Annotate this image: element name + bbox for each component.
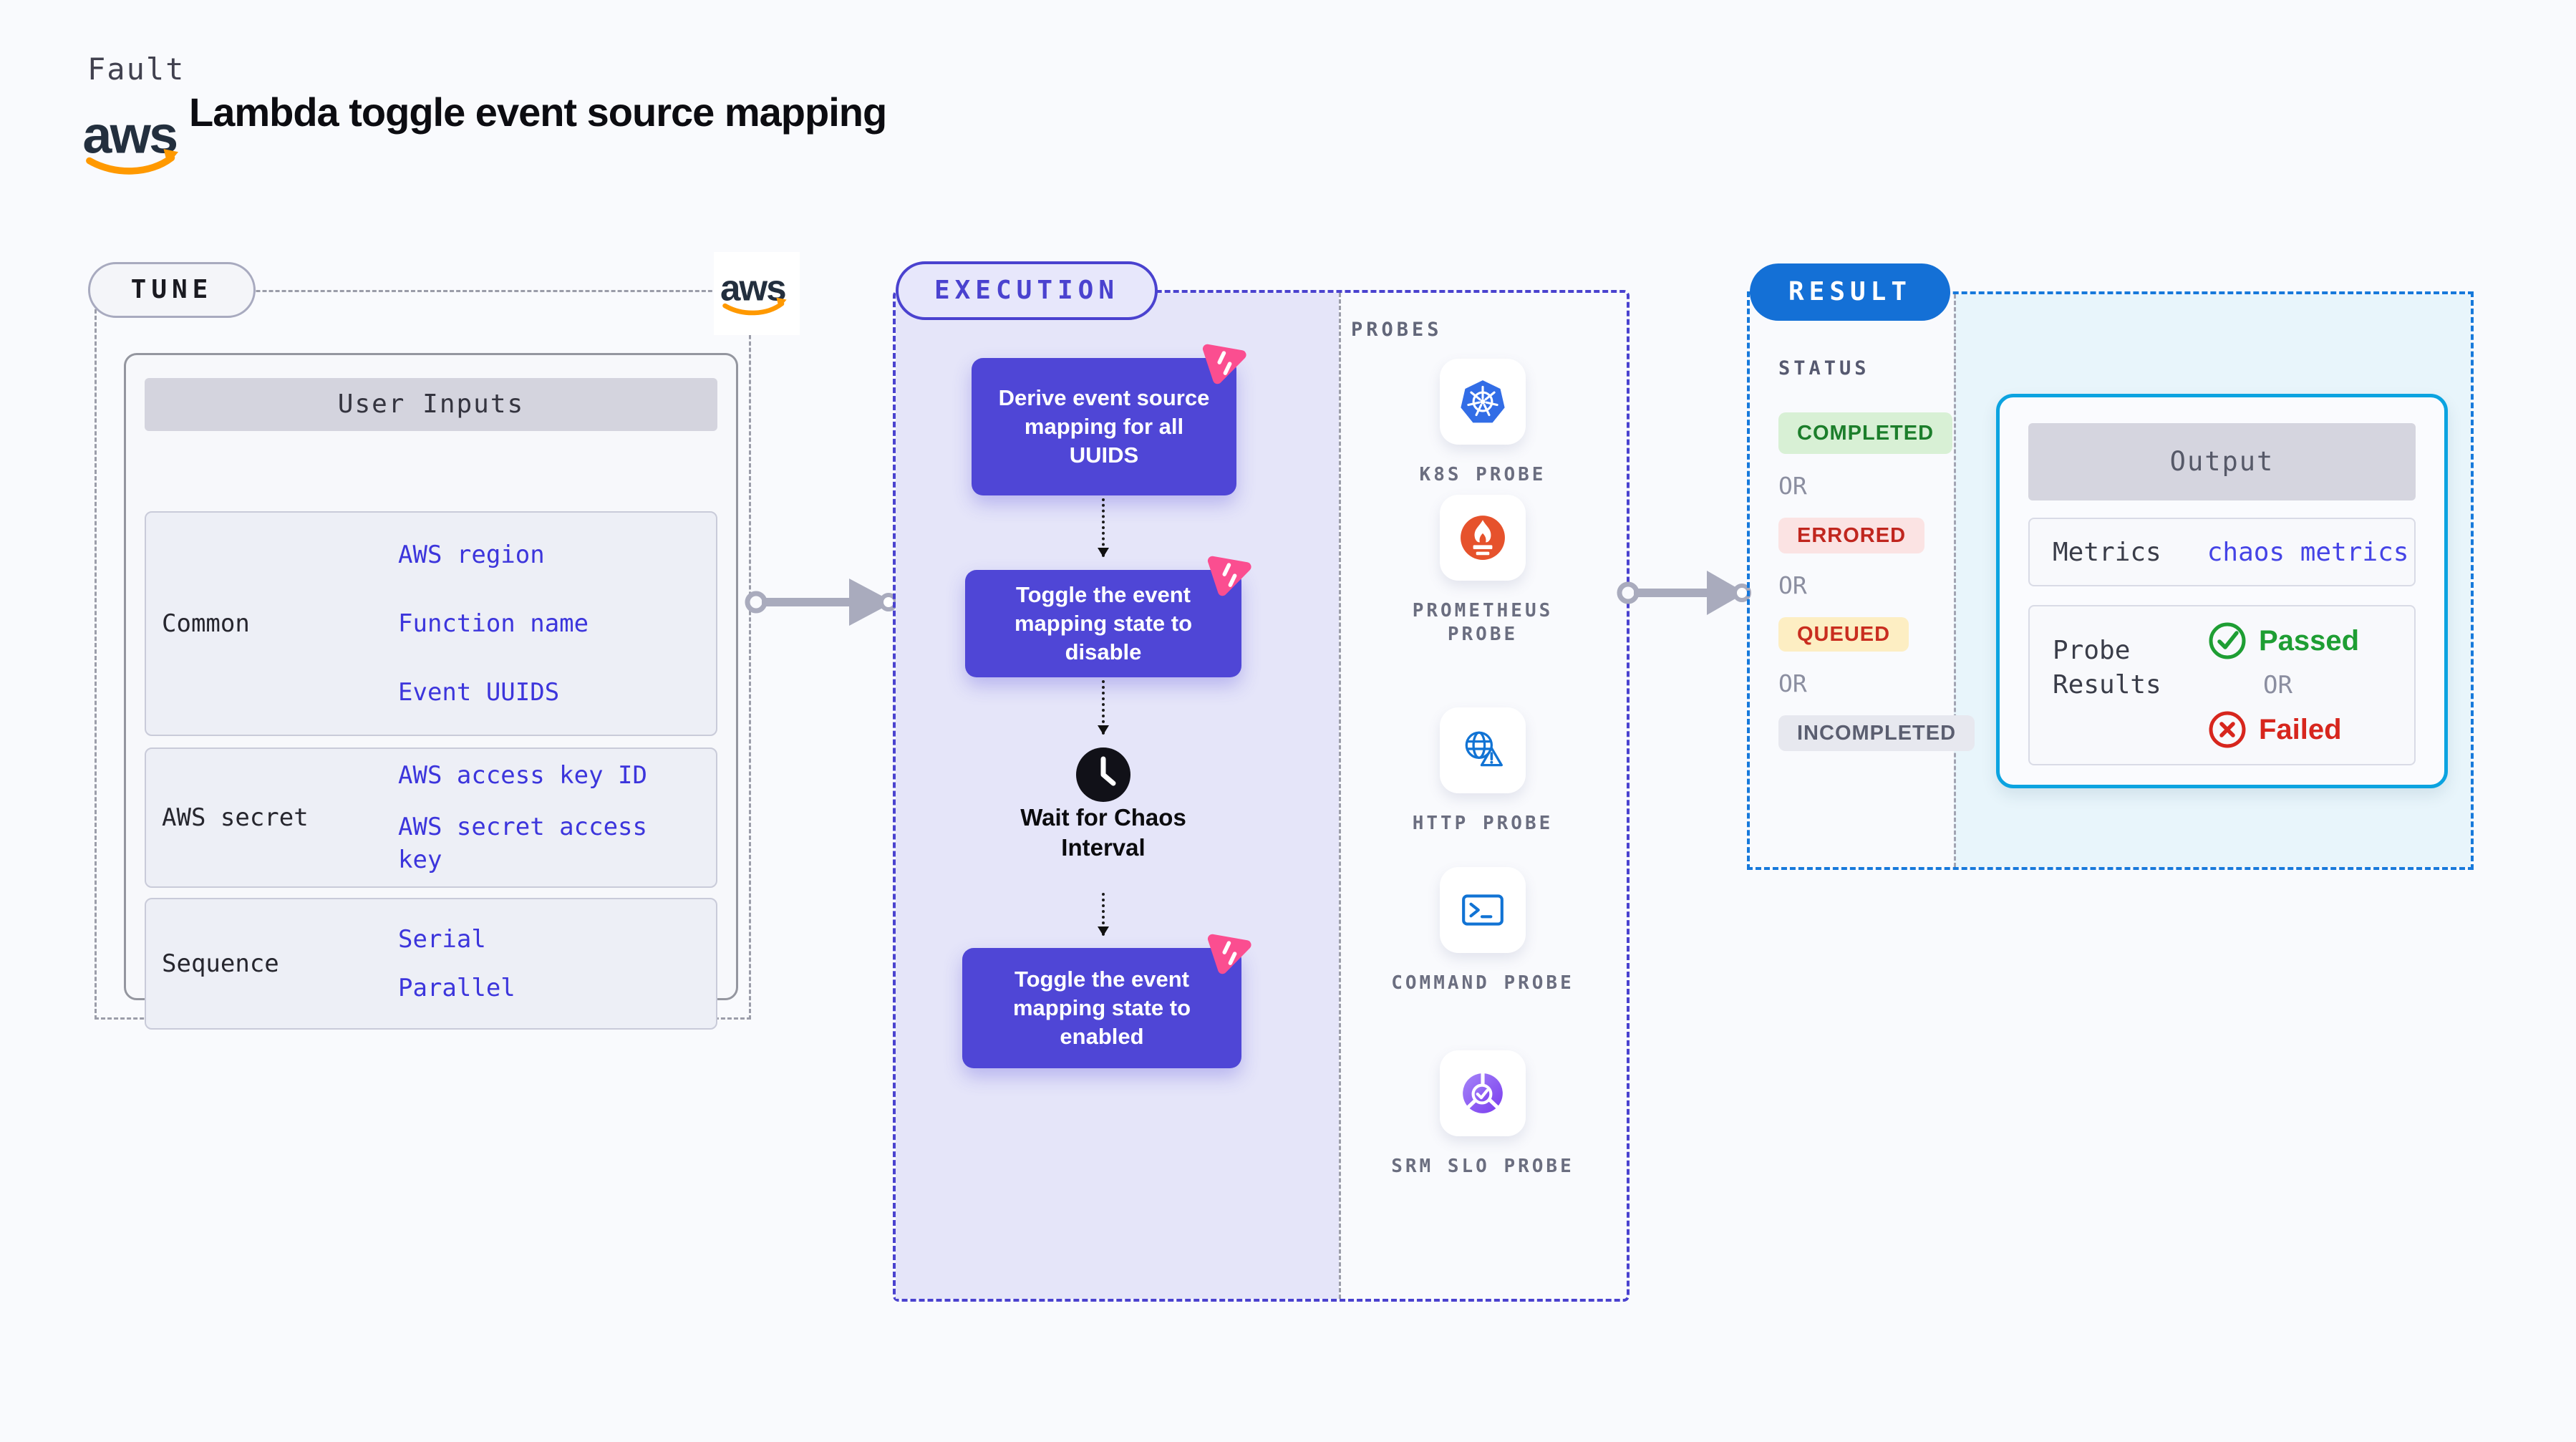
probe-results-label: Probe Results xyxy=(2053,636,2161,700)
probe-k8s: K8S PROBE xyxy=(1339,359,1627,487)
prometheus-icon xyxy=(1461,516,1505,560)
flow-arrow-execution-to-result xyxy=(1617,571,1751,615)
exec-node-derive-mapping: Derive event source mapping for all UUID… xyxy=(972,344,1246,495)
probe-label: SRM SLO PROBE xyxy=(1391,1156,1574,1177)
status-badge-completed: COMPLETED xyxy=(1778,412,1953,454)
aws-logo-text: aws xyxy=(720,268,785,308)
probe-label: PROMETHEUS PROBE xyxy=(1412,600,1554,645)
row-label: Common xyxy=(162,609,250,638)
input-value: Function name xyxy=(398,609,589,638)
metrics-row: Metrics chaos metrics xyxy=(2028,518,2416,586)
table-row-common: Common AWS region Function name Event UU… xyxy=(145,511,717,736)
probe-prometheus: PROMETHEUS PROBE xyxy=(1339,495,1627,647)
diagram-canvas: Fault aws Lambda toggle event source map… xyxy=(0,0,2576,1442)
metrics-value: chaos metrics xyxy=(2207,537,2409,567)
row-values: Serial Parallel xyxy=(398,899,716,1028)
chaos-fault-icon xyxy=(1207,556,1251,596)
row-values: AWS region Function name Event UUIDS xyxy=(398,513,716,735)
status-list: COMPLETED OR ERRORED OR QUEUED OR INCOMP… xyxy=(1778,412,1975,751)
input-value: AWS secret access key xyxy=(398,813,647,874)
chaos-fault-icon xyxy=(1202,344,1246,384)
probe-label: COMMAND PROBE xyxy=(1391,972,1574,994)
status-badge-queued: QUEUED xyxy=(1778,617,1909,652)
probe-label: K8S PROBE xyxy=(1419,464,1546,485)
result-pill: RESULT xyxy=(1750,263,1950,321)
row-label: Sequence xyxy=(162,949,279,978)
probe-card xyxy=(1440,1050,1526,1136)
failed-line: Failed xyxy=(2207,710,2342,750)
probe-results-row: Probe Results Passed OR Failed xyxy=(2028,605,2416,765)
result-section: RESULT STATUS COMPLETED OR ERRORED OR QU… xyxy=(1747,263,2474,870)
output-header: Output xyxy=(2028,423,2416,500)
aws-logo-small: aws xyxy=(714,252,800,335)
aws-logo: aws xyxy=(82,105,189,180)
metrics-label: Metrics xyxy=(2053,537,2161,567)
http-globe-icon xyxy=(1465,731,1503,767)
tune-pill: TUNE xyxy=(88,262,256,318)
x-circle-icon xyxy=(2209,711,2246,748)
aws-logo-text: aws xyxy=(82,106,176,165)
node-label: Toggle the event mapping state to enable… xyxy=(1012,967,1191,1049)
passed-line: Passed xyxy=(2207,621,2359,661)
probes-title: PROBES xyxy=(1351,319,1443,341)
kubernetes-icon xyxy=(1461,380,1505,423)
probe-card xyxy=(1440,867,1526,953)
status-title: STATUS xyxy=(1778,357,1870,379)
wait-interval-label: Wait for Chaos Interval xyxy=(1020,804,1186,861)
execution-pill: EXECUTION xyxy=(896,261,1158,320)
input-value: Parallel xyxy=(398,974,515,1002)
fault-kicker: Fault xyxy=(87,52,185,87)
table-row-aws-secret: AWS secret AWS access key ID AWS secret … xyxy=(145,747,717,888)
probe-card xyxy=(1440,359,1526,445)
probe-card xyxy=(1440,495,1526,581)
status-badge-errored: ERRORED xyxy=(1778,518,1925,553)
probe-command: COMMAND PROBE xyxy=(1339,867,1627,995)
failed-label: Failed xyxy=(2259,713,2342,745)
user-inputs-header: User Inputs xyxy=(145,378,717,431)
exec-node-toggle-enable: Toggle the event mapping state to enable… xyxy=(962,934,1251,1068)
row-label: AWS secret xyxy=(162,803,309,832)
clock-icon xyxy=(1075,746,1132,803)
output-card: Output Metrics chaos metrics Probe Resul… xyxy=(1996,394,2448,788)
probe-http: HTTP PROBE xyxy=(1339,707,1627,836)
or-separator: OR xyxy=(1778,571,1807,599)
input-value: AWS access key ID xyxy=(398,761,647,790)
probe-srm-slo: SRM SLO PROBE xyxy=(1339,1050,1627,1179)
execution-section: EXECUTION Derive event source mapping fo… xyxy=(893,261,1630,1302)
page-title: Lambda toggle event source mapping xyxy=(189,89,887,135)
check-circle-icon xyxy=(2209,622,2246,659)
connector-arrow xyxy=(1098,680,1109,735)
flow-arrow-tune-to-execution xyxy=(745,579,898,626)
input-value: AWS region xyxy=(398,541,545,569)
connector-arrow xyxy=(1098,498,1109,557)
passed-label: Passed xyxy=(2259,624,2360,657)
tune-section: TUNE aws User Inputs Common AWS region F… xyxy=(88,252,800,1030)
or-separator: OR xyxy=(2263,671,2292,700)
input-value: Event UUIDS xyxy=(398,678,560,707)
row-values: AWS access key ID AWS secret access key xyxy=(398,749,716,886)
connector-arrow xyxy=(1098,893,1109,936)
terminal-icon xyxy=(1462,894,1504,926)
exec-node-toggle-disable: Toggle the event mapping state to disabl… xyxy=(965,556,1251,677)
or-separator: OR xyxy=(1778,669,1807,697)
probe-label: HTTP PROBE xyxy=(1412,813,1554,834)
chaos-fault-icon xyxy=(1207,934,1251,974)
or-separator: OR xyxy=(1778,472,1807,500)
srm-slo-icon xyxy=(1463,1073,1503,1113)
input-value: Serial xyxy=(398,925,486,954)
user-inputs-card: User Inputs Common AWS region Function n… xyxy=(124,353,738,1030)
table-row-sequence: Sequence Serial Parallel xyxy=(145,898,717,1030)
node-label: Derive event source mapping for all UUID… xyxy=(998,385,1210,468)
node-label: Toggle the event mapping state to disabl… xyxy=(1014,582,1192,664)
probe-card xyxy=(1440,707,1526,793)
probe-results-values: Passed OR Failed xyxy=(2207,606,2414,764)
status-badge-incompleted: INCOMPLETED xyxy=(1778,715,1975,751)
